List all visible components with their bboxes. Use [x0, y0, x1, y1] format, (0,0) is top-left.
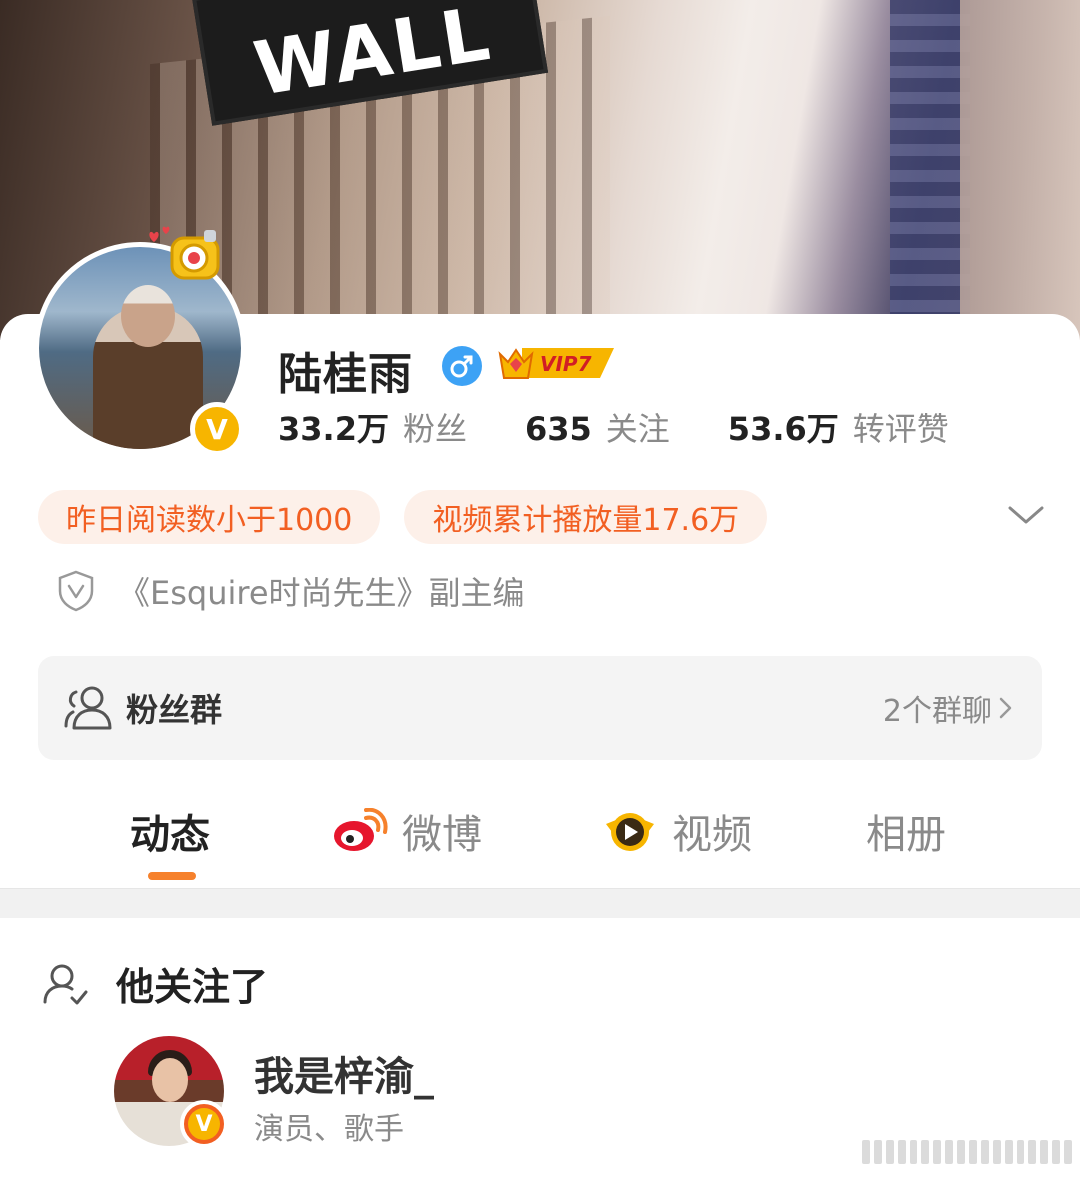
tab-video-label: 视频: [672, 812, 752, 858]
group-users-icon: [64, 686, 112, 730]
cover-building-right: [960, 0, 1080, 340]
following-label: 关注: [605, 410, 670, 448]
tab-album[interactable]: 相册: [866, 802, 946, 860]
tab-weibo-label: 微博: [402, 812, 482, 858]
stat-followers[interactable]: 33.2万 粉丝: [278, 404, 467, 450]
fan-group-title: 粉丝群: [126, 691, 223, 729]
tab-album-label: 相册: [866, 812, 946, 858]
following-count: 635: [524, 410, 592, 448]
tab-feed-label: 动态: [130, 812, 210, 858]
watermark: [862, 1140, 1073, 1170]
certification-row: 《Esquire时尚先生》副主编: [56, 568, 525, 614]
user-check-icon: [43, 964, 88, 1004]
chevron-down-icon[interactable]: [1004, 498, 1048, 532]
tag-reads[interactable]: 昨日阅读数小于1000: [38, 490, 381, 544]
cover-building: [890, 0, 970, 340]
vip-badge[interactable]: VIP7: [496, 340, 616, 386]
followed-user-name[interactable]: 我是梓渝_: [254, 1044, 434, 1102]
section-divider: [0, 888, 1080, 918]
tab-weibo[interactable]: 微博: [332, 802, 482, 860]
vip-label: VIP7: [540, 352, 592, 376]
stat-following[interactable]: 635 关注: [525, 404, 670, 450]
fan-group-count: 2个群聊: [883, 686, 1018, 730]
certification-text: 《Esquire时尚先生》副主编: [118, 574, 525, 612]
following-heading: 他关注了: [116, 965, 269, 1009]
shield-icon: [58, 570, 94, 612]
verified-badge-icon: V: [190, 402, 244, 456]
tab-feed[interactable]: 动态: [130, 802, 210, 860]
fan-group-row[interactable]: 粉丝群 2个群聊: [38, 656, 1042, 760]
weibo-icon: [334, 808, 388, 851]
profile-name: 陆桂雨: [278, 349, 413, 400]
followed-user-badge-text: V: [188, 1108, 220, 1140]
fan-group-count-text: 2个群聊: [882, 694, 992, 729]
followed-user-item[interactable]: V 我是梓渝_ 演员、歌手: [114, 1036, 814, 1148]
stat-interactions[interactable]: 53.6万 转评赞: [728, 404, 949, 450]
chevron-right-icon: [999, 697, 1012, 719]
followed-user-desc: 演员、歌手: [254, 1112, 404, 1147]
followed-user-verified-icon: V: [180, 1100, 228, 1148]
following-section-header: 他关注了: [42, 956, 268, 1011]
interactions-label: 转评赞: [852, 410, 949, 448]
interactions-count: 53.6万: [727, 410, 839, 448]
tag-video-plays[interactable]: 视频累计播放量17.6万: [404, 490, 768, 544]
profile-tags: 昨日阅读数小于1000 视频累计播放量17.6万: [38, 490, 791, 544]
followers-count: 33.2万: [278, 410, 389, 448]
followers-label: 粉丝: [402, 410, 467, 448]
video-icon: [606, 813, 654, 851]
male-icon: [442, 346, 482, 386]
avatar-pendant-icon: [149, 226, 220, 280]
tab-video[interactable]: 视频: [602, 802, 752, 860]
active-tab-indicator: [148, 872, 196, 880]
profile-stats: 33.2万 粉丝 635 关注 53.6万 转评赞: [278, 404, 1007, 450]
